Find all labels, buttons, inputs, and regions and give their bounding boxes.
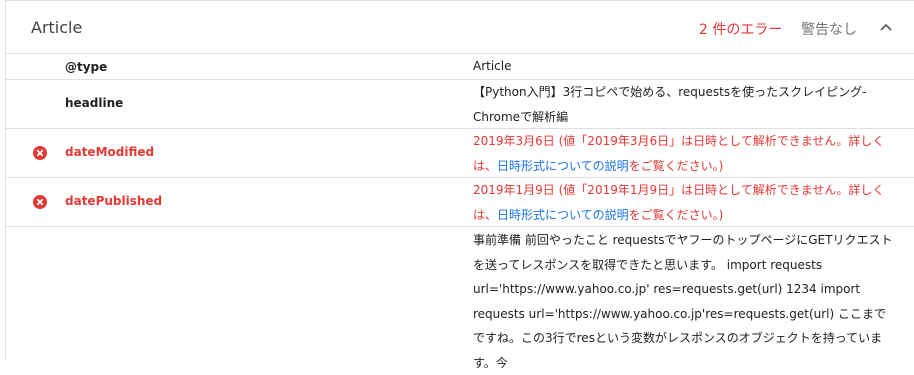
table-row-error: dateModified 2019年3月6日 (値「2019年3月6日」は日時と… (6, 129, 914, 178)
table-row: 事前準備 前回やったこと requestsでヤフーのトップページにGETリクエス… (6, 227, 914, 370)
chevron-up-icon[interactable] (878, 19, 894, 35)
table-row-error: datePublished 2019年1月9日 (値「2019年1月9日」は日時… (6, 178, 914, 227)
warning-count: 警告なし (801, 22, 857, 38)
property-value: 【Python入門】3行コピペで始める、requestsを使ったスクレイピング-… (473, 85, 867, 124)
structured-data-panel: Article 2 件のエラー 警告なし @type Article headl… (5, 0, 914, 370)
property-value: 2019年1月9日 (値「2019年1月9日」は日時として解析できません。詳しく… (473, 178, 893, 227)
error-message-end: をご覧ください。) (628, 207, 724, 222)
error-count: 2 件のエラー (699, 22, 783, 38)
error-message-end: をご覧ください。) (628, 158, 724, 173)
error-circle-icon (33, 195, 47, 209)
datetime-format-help-link[interactable]: 日時形式についての説明 (497, 159, 629, 173)
property-key: datePublished (65, 194, 163, 208)
panel-title: Article (31, 18, 83, 37)
property-value: 2019年3月6日 (値「2019年3月6日」は日時として解析できません。詳しく… (473, 129, 893, 178)
datetime-format-help-link[interactable]: 日時形式についての説明 (497, 208, 629, 222)
property-value: Article (473, 59, 512, 73)
property-value: 事前準備 前回やったこと requestsでヤフーのトップページにGETリクエス… (473, 233, 893, 370)
property-key: headline (65, 96, 124, 110)
panel-header: Article 2 件のエラー 警告なし (6, 1, 914, 54)
property-key: @type (65, 60, 108, 74)
table-row: @type Article (6, 54, 914, 80)
property-key: dateModified (65, 145, 155, 159)
error-circle-icon (33, 146, 47, 160)
table-row: headline 【Python入門】3行コピペで始める、requestsを使っ… (6, 80, 914, 129)
